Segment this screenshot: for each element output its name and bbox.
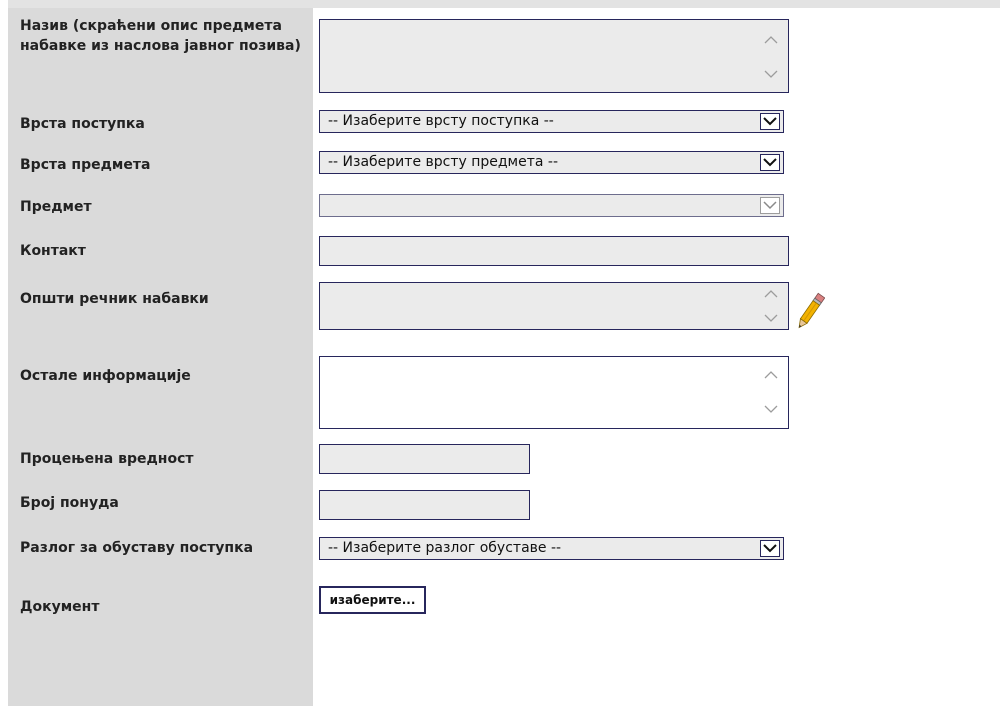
broj-ponuda-input[interactable] <box>319 490 530 520</box>
vrsta-postupka-select[interactable]: -- Изаберите врсту поступка -- <box>319 110 784 133</box>
label-kontakt: Контакт <box>20 243 86 259</box>
vrsta-predmeta-select[interactable]: -- Изаберите врсту предмета -- <box>319 151 784 174</box>
ostale-informacije-scrollbar[interactable] <box>761 369 781 417</box>
vrsta-postupka-value: -- Изаберите врсту поступка -- <box>328 113 554 129</box>
scroll-chevrons-icon <box>764 36 778 78</box>
vrsta-predmeta-value: -- Изаберите врсту предмета -- <box>328 154 559 170</box>
label-dokument: Документ <box>20 599 100 615</box>
kontakt-input[interactable] <box>319 236 789 266</box>
choose-file-button[interactable]: изаберите... <box>319 586 426 614</box>
scroll-chevrons-icon <box>764 371 778 413</box>
opsti-recnik-textarea[interactable] <box>319 282 789 330</box>
chevron-down-icon[interactable] <box>760 197 780 214</box>
predmet-select[interactable] <box>319 194 784 217</box>
pencil-icon[interactable] <box>795 290 826 335</box>
label-procenjena-vrednost: Процењена вредност <box>20 451 194 467</box>
ostale-informacije-textarea[interactable] <box>319 356 789 429</box>
label-opsti-recnik: Општи речник набавки <box>20 291 209 307</box>
naziv-scrollbar[interactable] <box>761 34 781 82</box>
razlog-obustave-value: -- Изаберите разлог обуставе -- <box>328 540 562 556</box>
label-predmet: Предмет <box>20 199 92 215</box>
top-border <box>8 0 1000 8</box>
label-naziv: Назив (скраћени опис предмета набавке из… <box>20 18 301 54</box>
procenjena-vrednost-input[interactable] <box>319 444 530 474</box>
chevron-down-icon[interactable] <box>760 540 780 557</box>
naziv-textarea[interactable] <box>319 19 789 93</box>
label-razlog-obustave: Разлог за обуставу поступка <box>20 540 254 556</box>
label-vrsta-postupka: Врста поступка <box>20 116 145 132</box>
label-ostale-informacije: Остале информације <box>20 368 191 384</box>
chevron-down-icon[interactable] <box>760 154 780 171</box>
chevron-down-icon[interactable] <box>760 113 780 130</box>
scroll-chevrons-icon <box>764 290 778 322</box>
opsti-recnik-scrollbar[interactable] <box>761 288 781 324</box>
label-broj-ponuda: Број понуда <box>20 495 119 511</box>
label-vrsta-predmeta: Врста предмета <box>20 157 151 173</box>
razlog-obustave-select[interactable]: -- Изаберите разлог обуставе -- <box>319 537 784 560</box>
